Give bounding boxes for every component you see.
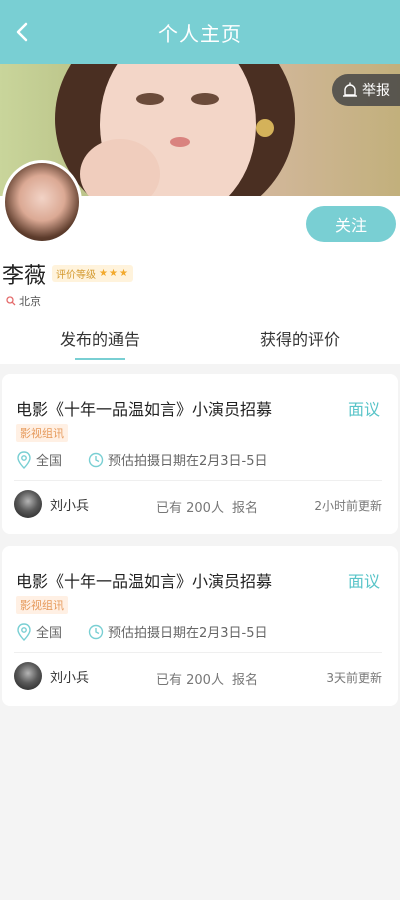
signup-count: 已有 200人 报名 — [156, 497, 258, 516]
avatar — [2, 160, 82, 244]
tab-bar: 发布的通告 获得的评价 — [0, 312, 400, 364]
top-bar: 个人主页 — [0, 0, 400, 64]
post-price: 面议 — [347, 400, 380, 419]
post-location-text: 全国 — [36, 626, 63, 641]
author-name: 刘小兵 — [50, 498, 90, 514]
post-card[interactable]: 电影《十年一品温如言》小演员招募 面议 影视组讯 全国 预估拍摄日期在2月3日-… — [2, 374, 398, 534]
post-title: 电影《十年一品温如言》小演员招募 — [16, 400, 273, 419]
clock-icon — [88, 452, 104, 467]
post-date-text: 预估拍摄日期在2月3日-5日 — [108, 454, 268, 469]
star-icon: ★ — [118, 268, 129, 279]
updated-time: 2小时前更新 — [314, 499, 382, 513]
tab-received-reviews[interactable]: 获得的评价 — [200, 312, 400, 364]
page-title: 个人主页 — [158, 21, 242, 46]
tab-label: 获得的评价 — [259, 330, 340, 349]
updated-time: 3天前更新 — [326, 671, 382, 685]
category-tag: 影视组讯 — [16, 596, 68, 614]
signup-count-suffix: 报名 — [231, 501, 258, 516]
post-location: 全国 — [16, 622, 62, 641]
category-tag: 影视组讯 — [16, 424, 68, 442]
signup-count: 已有 200人 报名 — [156, 669, 258, 688]
profile-location: 北京 — [6, 293, 41, 309]
search-icon — [6, 296, 16, 306]
post-card[interactable]: 电影《十年一品温如言》小演员招募 面议 影视组讯 全国 预估拍摄日期在2月3日-… — [2, 546, 398, 706]
post-author[interactable]: 刘小兵 — [14, 490, 89, 518]
star-rating: ★★★ — [99, 268, 129, 279]
post-author[interactable]: 刘小兵 — [14, 662, 89, 690]
location-text: 北京 — [19, 295, 41, 308]
star-icon: ★ — [108, 268, 119, 279]
clock-icon — [88, 624, 104, 639]
post-location-text: 全国 — [36, 454, 63, 469]
card-divider — [14, 480, 382, 481]
signup-count-suffix: 报名 — [231, 673, 258, 688]
author-name: 刘小兵 — [50, 670, 90, 686]
post-location: 全国 — [16, 450, 62, 469]
star-icon: ★ — [99, 268, 109, 279]
profile-name: 李薇 — [2, 264, 47, 289]
back-button[interactable] — [6, 16, 38, 48]
tab-label: 发布的通告 — [59, 330, 140, 349]
chevron-left-icon — [16, 22, 28, 42]
post-date-text: 预估拍摄日期在2月3日-5日 — [108, 626, 268, 641]
alarm-icon — [343, 82, 357, 97]
report-button[interactable]: 举报 — [332, 74, 400, 106]
signup-count-value: 已有 200人 — [156, 673, 224, 688]
rating-label: 评价等级 — [56, 270, 96, 281]
tab-published-notices[interactable]: 发布的通告 — [0, 312, 200, 364]
post-price: 面议 — [347, 572, 380, 591]
follow-button[interactable]: 关注 — [306, 206, 396, 242]
author-avatar — [14, 662, 42, 690]
post-title: 电影《十年一品温如言》小演员招募 — [16, 572, 273, 591]
report-label: 举报 — [362, 83, 390, 99]
signup-count-value: 已有 200人 — [156, 501, 224, 516]
post-date: 预估拍摄日期在2月3日-5日 — [88, 622, 268, 641]
author-avatar — [14, 490, 42, 518]
post-date: 预估拍摄日期在2月3日-5日 — [88, 450, 268, 469]
card-divider — [14, 652, 382, 653]
location-pin-icon — [17, 450, 31, 469]
location-pin-icon — [17, 622, 31, 641]
rating-badge: 评价等级 ★★★ — [52, 265, 133, 282]
